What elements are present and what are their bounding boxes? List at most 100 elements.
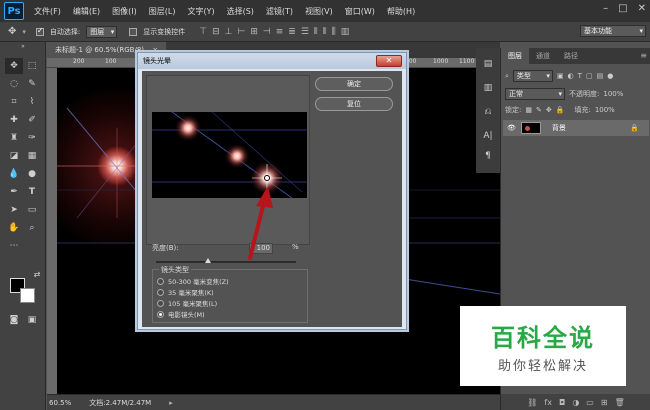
background-color-swatch[interactable] (20, 288, 35, 303)
path-select-tool-icon[interactable]: ➤ (5, 202, 23, 218)
visibility-eye-icon[interactable]: 👁 (507, 124, 516, 132)
history-panel-icon[interactable]: ▤ (479, 56, 497, 72)
quick-select-tool-icon[interactable]: ✎ (23, 76, 41, 92)
filter-pixel-icon[interactable]: ▣ (557, 72, 564, 80)
align-top-icon[interactable]: ⊤ (199, 27, 207, 37)
zoom-tool-icon[interactable]: ⌕ (23, 220, 41, 236)
layer-style-icon[interactable]: fx (544, 398, 552, 407)
brightness-slider-thumb[interactable] (204, 258, 211, 263)
lens-radio[interactable] (157, 299, 164, 307)
auto-select-checkbox[interactable] (35, 26, 44, 36)
lock-position-icon[interactable]: ✥ (546, 106, 552, 114)
history-brush-tool-icon[interactable]: ✑ (23, 130, 41, 146)
lens-radio[interactable] (157, 310, 164, 318)
layer-filter-select[interactable]: 类型 (512, 70, 553, 82)
hand-tool-icon[interactable]: ✋ (5, 220, 23, 236)
distribute-right-icon[interactable]: ⫼ (332, 27, 336, 37)
screen-mode-icon[interactable]: ▣ (23, 312, 41, 328)
dialog-close-button[interactable]: ✕ (376, 55, 402, 67)
brush-tool-icon[interactable]: ✐ (23, 112, 41, 128)
menu-image[interactable]: 图像(I) (106, 6, 143, 17)
menu-type[interactable]: 文字(Y) (181, 6, 220, 17)
menu-view[interactable]: 视图(V) (299, 6, 339, 17)
edit-toolbar-icon[interactable]: ⋯ (5, 238, 23, 254)
add-mask-icon[interactable]: ◘ (559, 398, 565, 407)
show-transform-checkbox[interactable] (129, 27, 138, 36)
delete-layer-icon[interactable]: 🗑 (615, 398, 625, 407)
align-right-icon[interactable]: ⊣ (263, 27, 271, 37)
menu-edit[interactable]: 编辑(E) (67, 6, 106, 17)
blend-mode-select[interactable]: 正常 (505, 88, 565, 100)
lasso-tool-icon[interactable]: ◌ (5, 76, 23, 92)
auto-align-icon[interactable]: ▥ (341, 27, 350, 37)
align-middle-icon[interactable]: ⊟ (212, 27, 220, 37)
new-layer-icon[interactable]: ⊞ (601, 398, 608, 407)
move-tool-icon[interactable]: ✥ (5, 58, 23, 74)
layer-name[interactable]: 背景 (552, 123, 566, 133)
properties-panel-icon[interactable]: ▥ (479, 80, 497, 96)
document-size[interactable]: 文档:2.47M/2.47M (89, 398, 151, 408)
filter-type-icon[interactable]: T (578, 72, 582, 80)
align-bottom-icon[interactable]: ⊥ (225, 27, 233, 37)
brightness-slider[interactable] (156, 258, 296, 263)
opacity-value[interactable]: 100% (603, 90, 623, 98)
filter-adjustment-icon[interactable]: ◐ (568, 72, 574, 80)
pen-tool-icon[interactable]: ✒ (5, 184, 23, 200)
distribute-middle-icon[interactable]: ≣ (288, 27, 296, 37)
new-adjustment-icon[interactable]: ◑ (572, 398, 579, 407)
tool-preset-dropdown-icon[interactable]: ▾ (22, 28, 26, 36)
dialog-titlebar[interactable]: 镜头光晕 ✕ (138, 53, 406, 69)
brightness-input[interactable]: 100 (249, 243, 273, 254)
move-tool-icon[interactable]: ✥ (8, 26, 16, 37)
menu-help[interactable]: 帮助(H) (381, 6, 421, 17)
align-center-icon[interactable]: ⊞ (250, 27, 258, 37)
lock-all-icon[interactable]: 🔒 (556, 106, 565, 114)
link-layers-icon[interactable]: ⛓ (527, 398, 537, 407)
tab-layers[interactable]: 图层 (501, 48, 529, 64)
layer-item-background[interactable]: 👁 背景 🔒 (503, 120, 649, 136)
lens-radio[interactable] (157, 277, 164, 285)
filter-toggle-icon[interactable]: ● (607, 72, 613, 80)
distribute-center-icon[interactable]: ⦀ (323, 27, 327, 37)
lens-radio[interactable] (157, 288, 164, 296)
flare-preview-image[interactable] (152, 112, 307, 198)
lock-image-icon[interactable]: ✎ (536, 106, 542, 114)
workspace-select[interactable]: 基本功能 (580, 25, 646, 37)
character-panel-icon[interactable]: A| (479, 128, 497, 144)
reset-button[interactable]: 复位 (315, 97, 393, 111)
distribute-bottom-icon[interactable]: ☰ (301, 27, 309, 37)
crop-tool-icon[interactable]: ⌗ (5, 94, 23, 110)
menu-window[interactable]: 窗口(W) (339, 6, 381, 17)
filter-shape-icon[interactable]: ▢ (586, 72, 593, 80)
auto-select-target-select[interactable]: 图层 (86, 25, 118, 38)
lens-option-35mm[interactable]: 35 毫米聚焦(K) (157, 287, 214, 297)
paragraph-panel-icon[interactable]: ¶ (479, 148, 497, 164)
marquee-tool-icon[interactable]: ⬚ (23, 58, 41, 74)
panel-menu-icon[interactable]: ≡ (640, 48, 650, 64)
adjustments-panel-icon[interactable]: ⎌ (479, 104, 497, 120)
clone-stamp-tool-icon[interactable]: ♜ (5, 130, 23, 146)
lock-transparent-icon[interactable]: ▦ (525, 106, 532, 114)
lens-option-50-300mm[interactable]: 50-300 毫米变焦(Z) (157, 276, 229, 286)
status-menu-icon[interactable]: ▸ (169, 399, 173, 407)
shape-tool-icon[interactable]: ▭ (23, 202, 41, 218)
eyedropper-tool-icon[interactable]: ⌇ (23, 94, 41, 110)
align-left-icon[interactable]: ⊢ (238, 27, 246, 37)
tab-channels[interactable]: 通道 (529, 48, 557, 64)
menu-layer[interactable]: 图层(L) (143, 6, 182, 17)
lens-option-movie-prime[interactable]: 电影镜头(M) (157, 309, 205, 319)
gradient-tool-icon[interactable]: ▦ (23, 148, 41, 164)
filter-smart-object-icon[interactable]: ▤ (597, 72, 604, 80)
menu-file[interactable]: 文件(F) (28, 6, 67, 17)
menu-filter[interactable]: 滤镜(T) (260, 6, 299, 17)
eraser-tool-icon[interactable]: ◪ (5, 148, 23, 164)
tab-paths[interactable]: 路径 (557, 48, 585, 64)
new-group-icon[interactable]: ▭ (586, 398, 594, 407)
dodge-tool-icon[interactable]: ● (23, 166, 41, 182)
swap-colors-icon[interactable]: ⇄ (28, 266, 46, 282)
quick-mask-icon[interactable]: ◙ (5, 312, 23, 328)
menu-select[interactable]: 选择(S) (221, 6, 260, 17)
fill-value[interactable]: 100% (595, 106, 615, 114)
collapse-tools-icon[interactable]: » (14, 42, 32, 50)
type-tool-icon[interactable]: T (23, 184, 41, 200)
